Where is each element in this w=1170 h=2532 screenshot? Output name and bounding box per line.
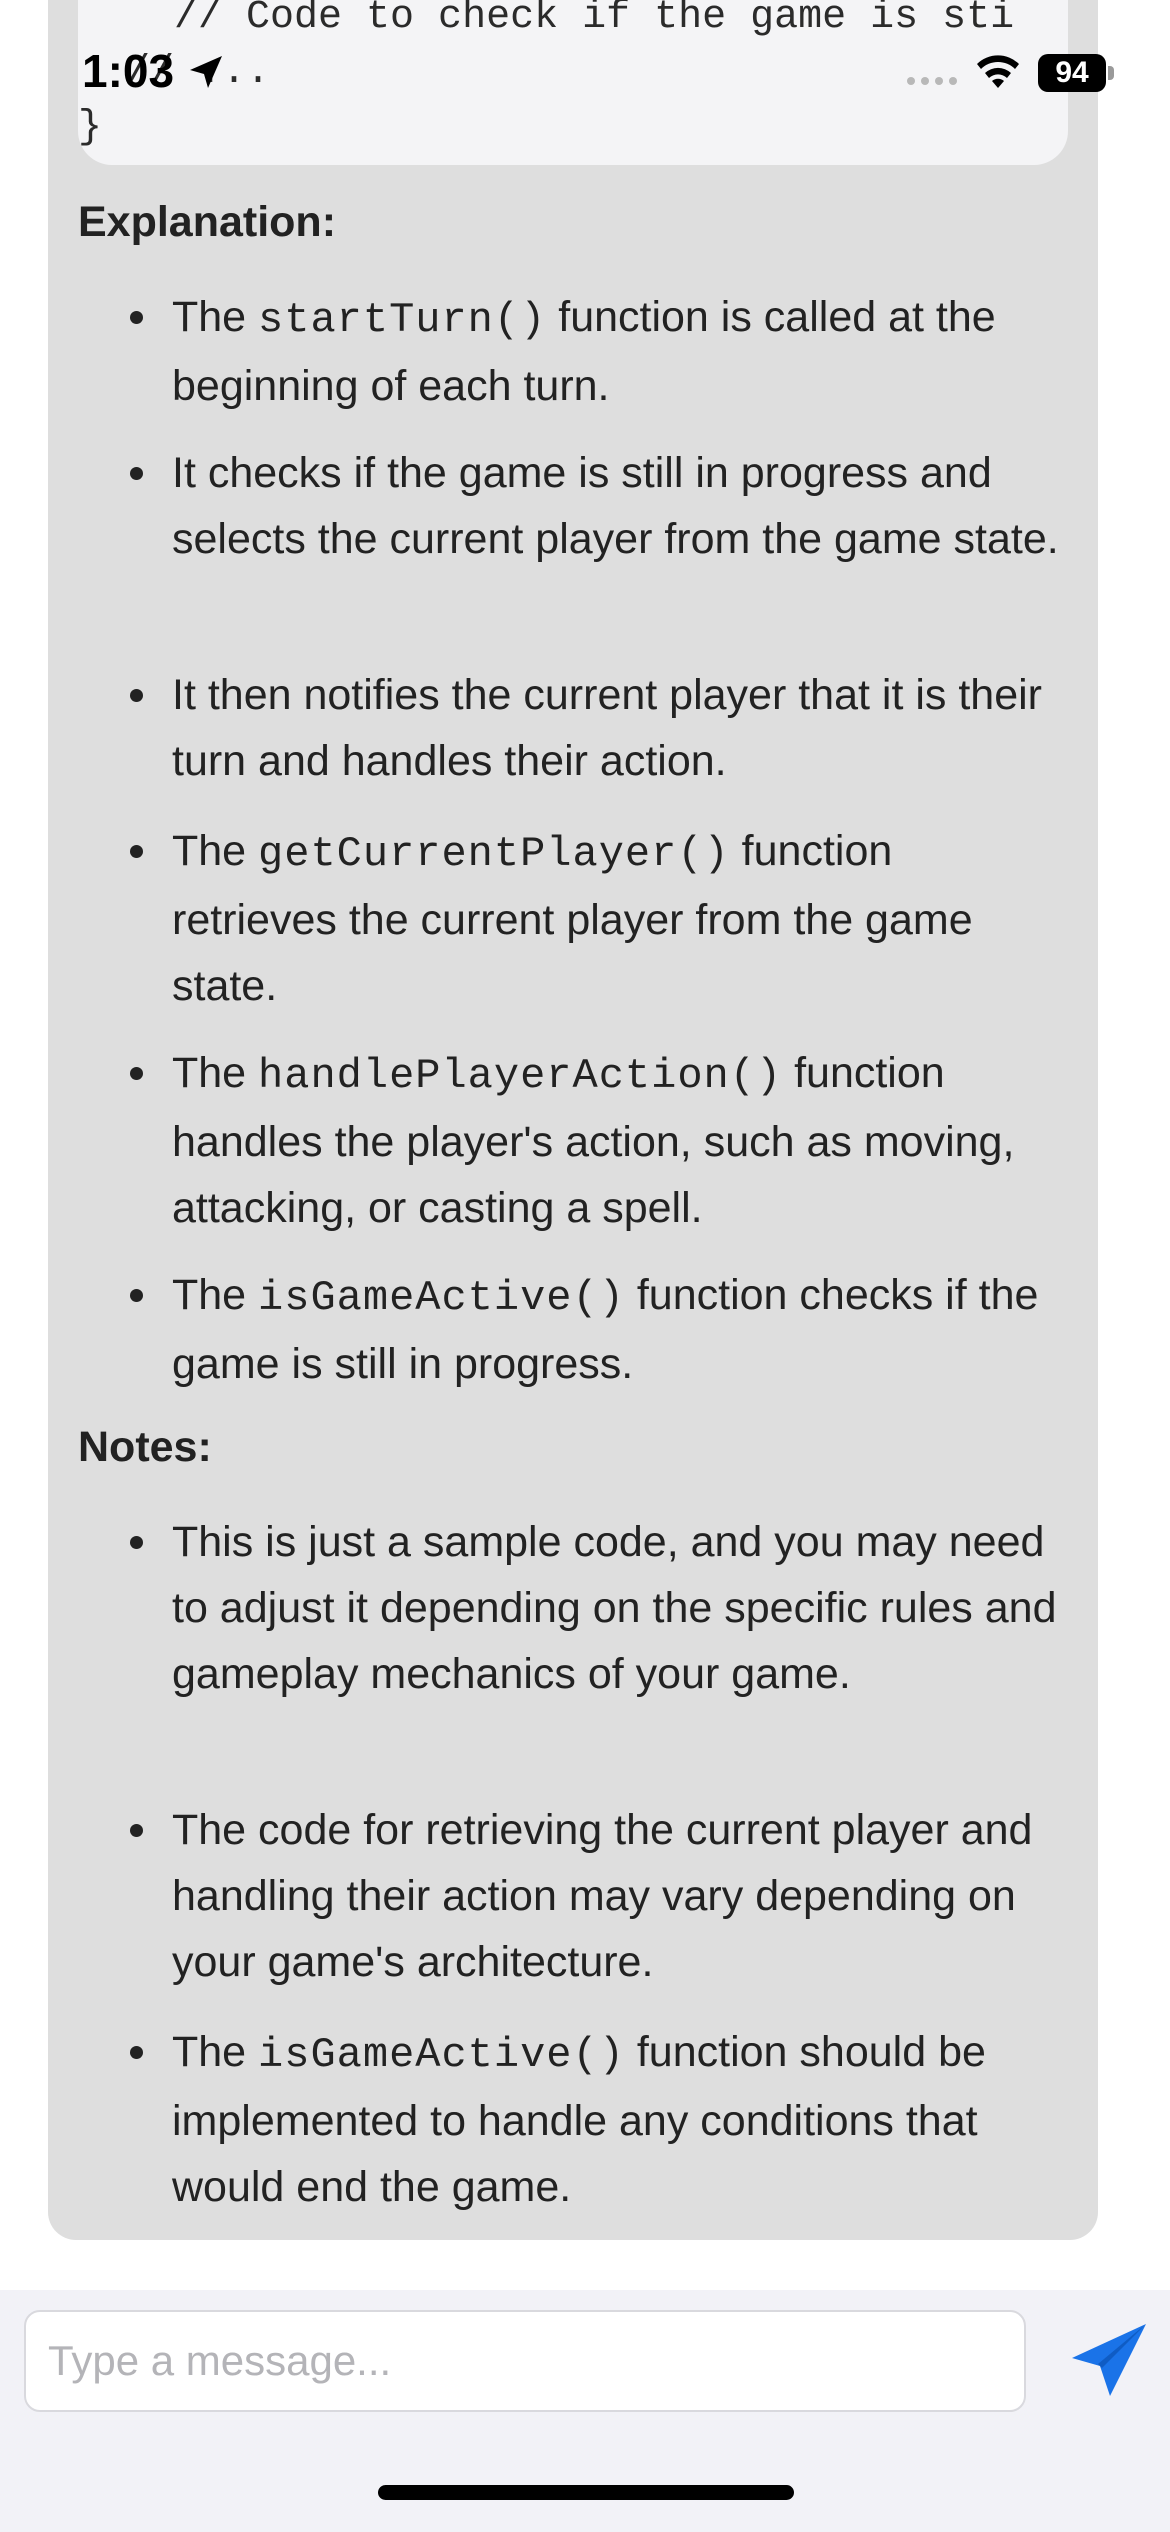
explanation-heading: Explanation: <box>78 198 337 246</box>
list-item: This is just a sample code, and you may … <box>48 1509 1098 1797</box>
bullet-text: The <box>172 1049 259 1097</box>
list-item: It checks if the game is still in progre… <box>48 440 1098 662</box>
cellular-signal-icon <box>907 77 957 85</box>
bullet-dot <box>130 311 143 324</box>
bullet-text: The <box>172 2028 259 2076</box>
bullet-dot <box>130 2046 143 2059</box>
bullet-text: The <box>172 1271 259 1319</box>
battery-indicator: 94 <box>1038 54 1114 92</box>
bullet-text: It then notifies the current player that… <box>172 671 1042 785</box>
inline-code: isGameActive() <box>258 1274 625 1322</box>
bullet-dot <box>130 845 143 858</box>
list-item: The code for retrieving the current play… <box>48 1797 1098 2019</box>
inline-code: getCurrentPlayer() <box>258 830 730 878</box>
bullet-text: The code for retrieving the current play… <box>172 1806 1033 1986</box>
status-bar: 1:03 94 <box>0 38 1170 108</box>
explanation-list: The startTurn() function is called at th… <box>48 284 1098 1418</box>
send-icon <box>1072 2324 1146 2396</box>
bullet-text: It checks if the game is still in progre… <box>172 449 1059 563</box>
inline-code: startTurn() <box>258 296 547 344</box>
location-arrow-icon <box>190 56 222 88</box>
assistant-message-bubble: // Code to check if the game is sti // .… <box>48 0 1098 2240</box>
chat-screen: // Code to check if the game is sti // .… <box>0 0 1170 2532</box>
home-indicator <box>378 2485 794 2500</box>
battery-level: 94 <box>1038 54 1106 92</box>
message-input[interactable] <box>24 2310 1026 2412</box>
battery-cap <box>1108 66 1114 80</box>
code-line: } <box>78 105 103 150</box>
list-item: The handlePlayerAction() function handle… <box>48 1040 1098 1262</box>
status-time: 1:03 <box>82 45 175 97</box>
list-item: The getCurrentPlayer() function retrieve… <box>48 818 1098 1040</box>
notes-heading: Notes: <box>78 1423 212 1471</box>
bullet-text: The <box>172 827 259 875</box>
bullet-dot <box>130 1067 143 1080</box>
inline-code: isGameActive() <box>258 2031 625 2079</box>
notes-list: This is just a sample code, and you may … <box>48 1509 1098 2241</box>
list-item: It then notifies the current player that… <box>48 662 1098 818</box>
list-item: The isGameActive() function should be im… <box>48 2019 1098 2241</box>
bullet-dot <box>130 1824 143 1837</box>
list-item: The startTurn() function is called at th… <box>48 284 1098 440</box>
inline-code: handlePlayerAction() <box>258 1052 783 1100</box>
list-item: The isGameActive() function checks if th… <box>48 1262 1098 1418</box>
bullet-dot <box>130 1536 143 1549</box>
wifi-icon <box>977 55 1019 88</box>
bullet-text: This is just a sample code, and you may … <box>172 1518 1057 1698</box>
bullet-dot <box>130 1289 143 1302</box>
send-button[interactable] <box>1068 2320 1150 2400</box>
bullet-text: The <box>172 293 259 341</box>
bullet-dot <box>130 689 143 702</box>
bullet-dot <box>130 467 143 480</box>
